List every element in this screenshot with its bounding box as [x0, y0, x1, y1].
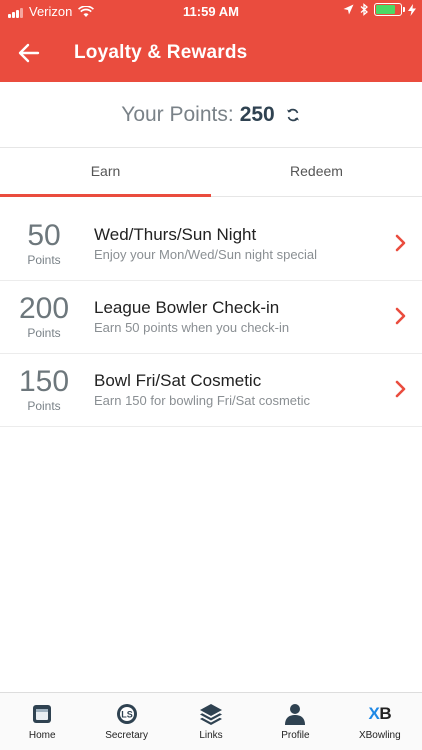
- list-item[interactable]: 50 Points Wed/Thurs/Sun Night Enjoy your…: [0, 208, 422, 281]
- xbowling-logo-b: B: [379, 704, 392, 723]
- reward-points: 200 Points: [10, 292, 78, 341]
- reward-subtitle: Enjoy your Mon/Wed/Sun night special: [94, 247, 318, 262]
- battery-icon: [374, 3, 405, 16]
- reward-subtitle: Earn 50 points when you check-in: [94, 320, 290, 335]
- person-icon: [282, 701, 308, 727]
- charging-icon: [408, 3, 416, 16]
- reward-points-value: 200: [18, 292, 70, 325]
- chevron-right-icon: [395, 307, 406, 325]
- list-item[interactable]: 150 Points Bowl Fri/Sat Cosmetic Earn 15…: [0, 354, 422, 427]
- battery-fill: [376, 5, 396, 14]
- nav-bar: Loyalty & Rewards: [0, 24, 422, 82]
- reward-text: League Bowler Check-in Earn 50 points wh…: [94, 298, 382, 335]
- reward-points-value: 150: [18, 365, 70, 398]
- tabbar-item-links[interactable]: Links: [169, 693, 253, 750]
- home-icon: [29, 701, 55, 727]
- rewards-list: 50 Points Wed/Thurs/Sun Night Enjoy your…: [0, 208, 422, 427]
- reward-points-unit: Points: [27, 326, 61, 340]
- reward-title: League Bowler Check-in: [94, 298, 280, 317]
- reward-points-unit: Points: [27, 253, 61, 267]
- tabbar-item-profile[interactable]: Profile: [253, 693, 337, 750]
- refresh-icon[interactable]: [285, 107, 301, 123]
- list-item[interactable]: 200 Points League Bowler Check-in Earn 5…: [0, 281, 422, 354]
- reward-subtitle: Earn 150 for bowling Fri/Sat cosmetic: [94, 393, 311, 408]
- back-arrow-icon: [18, 43, 40, 63]
- xbowling-logo: XB: [367, 701, 393, 727]
- status-bar: Verizon 11:59 AM: [0, 0, 422, 24]
- tabbar-item-secretary[interactable]: LS Secretary: [84, 693, 168, 750]
- tabbar-label: Links: [199, 730, 223, 741]
- tabbar-label: Profile: [281, 730, 310, 741]
- bottom-tab-bar: Home LS Secretary Links Profile XB XBowl…: [0, 692, 422, 750]
- reward-text: Bowl Fri/Sat Cosmetic Earn 150 for bowli…: [94, 371, 382, 408]
- svg-text:LS: LS: [121, 710, 133, 720]
- points-summary: Your Points: 250: [0, 82, 422, 148]
- back-button[interactable]: [12, 36, 46, 70]
- tabbar-item-xbowling[interactable]: XB XBowling: [338, 693, 422, 750]
- secretary-icon: LS: [114, 701, 140, 727]
- reward-points-unit: Points: [27, 399, 61, 413]
- tabbar-item-home[interactable]: Home: [0, 693, 84, 750]
- xbowling-logo-x: X: [368, 704, 380, 723]
- bluetooth-icon: [360, 3, 368, 16]
- reward-points: 50 Points: [10, 219, 78, 268]
- tab-earn[interactable]: Earn: [0, 148, 211, 197]
- page-title: Loyalty & Rewards: [74, 42, 248, 63]
- layers-icon: [198, 701, 224, 727]
- reward-points-value: 50: [27, 219, 61, 252]
- reward-title: Bowl Fri/Sat Cosmetic: [94, 371, 262, 390]
- tab-strip: Earn Redeem: [0, 148, 422, 197]
- points-label: Your Points:: [121, 102, 234, 126]
- tab-redeem[interactable]: Redeem: [211, 148, 422, 196]
- tabbar-label: XBowling: [358, 730, 401, 741]
- location-icon: [343, 4, 354, 15]
- reward-title: Wed/Thurs/Sun Night: [94, 225, 257, 244]
- reward-text: Wed/Thurs/Sun Night Enjoy your Mon/Wed/S…: [94, 225, 382, 262]
- status-right: [343, 3, 416, 16]
- chevron-right-icon: [395, 234, 406, 252]
- tabbar-label: Home: [28, 730, 56, 741]
- reward-points: 150 Points: [10, 365, 78, 414]
- tabbar-label: Secretary: [105, 730, 148, 741]
- chevron-right-icon: [395, 380, 406, 398]
- points-value: 250: [239, 102, 275, 126]
